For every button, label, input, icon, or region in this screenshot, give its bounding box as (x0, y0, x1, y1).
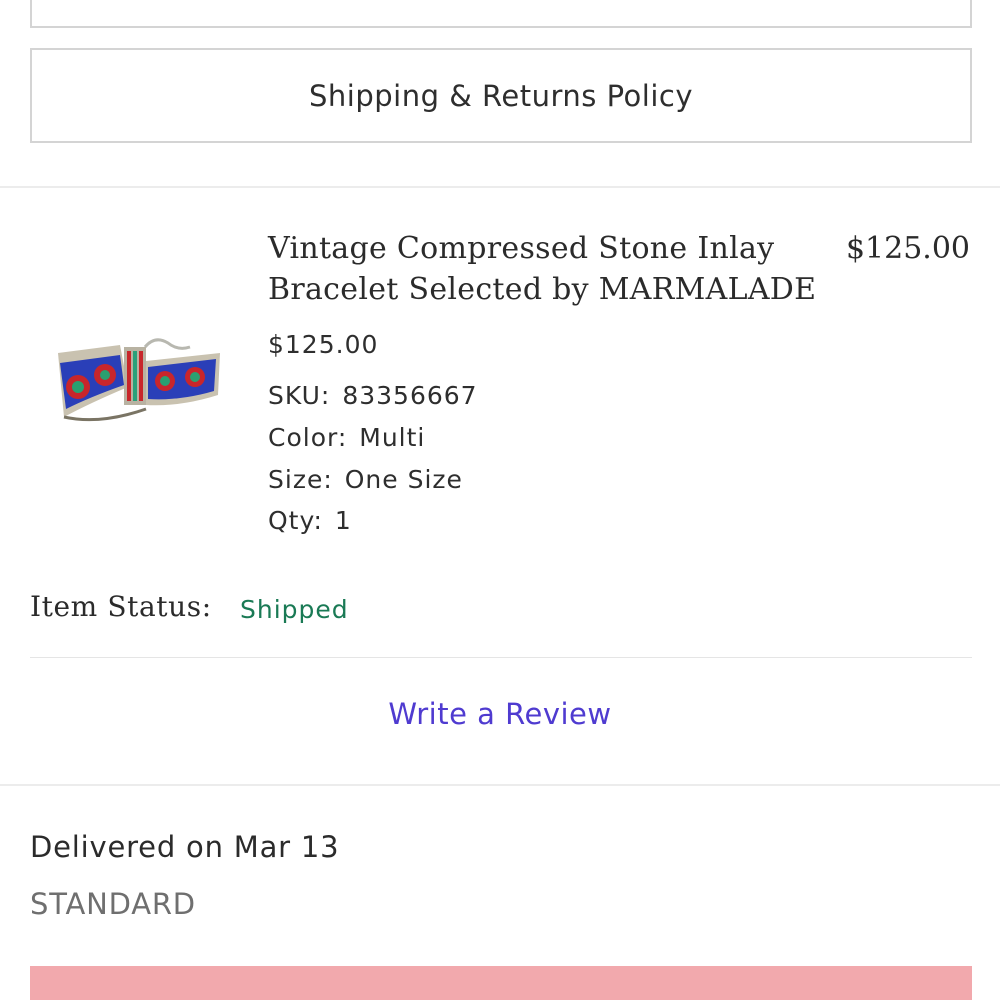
color-value: Multi (359, 423, 426, 452)
section-divider (0, 186, 1000, 188)
size-label: Size: (268, 465, 333, 494)
shipping-returns-policy-button[interactable]: Shipping & Returns Policy (30, 48, 972, 143)
product-price: $125.00 (268, 330, 379, 359)
bracelet-bead-stripe (124, 347, 146, 405)
order-details-page: Shipping & Returns Policy Vintage Compre… (0, 0, 1000, 1000)
shipping-method: STANDARD (30, 887, 196, 921)
section-divider (0, 784, 1000, 786)
product-sku: SKU: 83356667 (268, 381, 478, 410)
product-title[interactable]: Vintage Compressed Stone Inlay Bracelet … (268, 228, 828, 310)
item-divider (30, 657, 972, 658)
bracelet-right-band (146, 353, 220, 406)
bracelet-left-band (58, 345, 128, 417)
product-size: Size: One Size (268, 465, 463, 494)
shipping-returns-policy-label: Shipping & Returns Policy (308, 78, 694, 113)
item-status-label: Item Status: (30, 590, 212, 623)
clasp-chain (143, 338, 191, 350)
product-color: Color: Multi (268, 423, 425, 452)
product-image[interactable] (50, 325, 230, 445)
sku-value: 83356667 (342, 381, 478, 410)
collapsed-section-box[interactable] (30, 0, 972, 28)
color-label: Color: (268, 423, 348, 452)
qty-value: 1 (334, 506, 352, 535)
product-line-total: $125.00 (845, 231, 970, 266)
size-value: One Size (344, 465, 463, 494)
write-review-link[interactable]: Write a Review (0, 697, 1000, 731)
delivery-date: Delivered on Mar 13 (30, 830, 340, 864)
qty-label: Qty: (268, 506, 323, 535)
write-review-label: Write a Review (388, 697, 612, 731)
bottom-action-button[interactable] (30, 966, 972, 1000)
item-status-value: Shipped (240, 595, 349, 624)
sku-label: SKU: (268, 381, 331, 410)
product-quantity: Qty: 1 (268, 506, 352, 535)
